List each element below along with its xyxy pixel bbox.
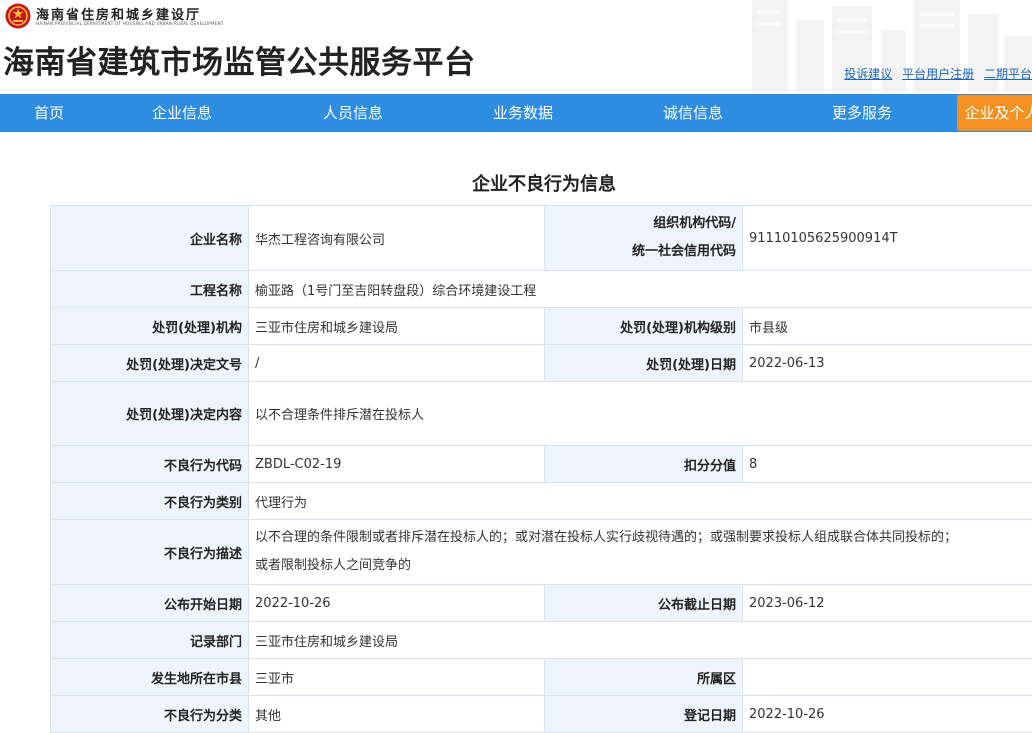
nav-home[interactable]: 首页: [14, 94, 84, 132]
behavior-code-label: 不良行为代码: [51, 446, 249, 483]
table-row: 发生地所在市县 三亚市 所属区: [51, 659, 1032, 696]
org-code-label-line2: 统一社会信用代码: [632, 244, 736, 259]
project-name-value: 榆亚路（1号门至吉阳转盘段）综合环境建设工程: [249, 271, 1032, 308]
penalty-date-value: 2022-06-13: [743, 345, 1032, 382]
register-date-label: 登记日期: [545, 696, 743, 733]
project-name-label: 工程名称: [51, 271, 249, 308]
org-code-label: 组织机构代码/ 统一社会信用代码: [545, 206, 743, 271]
penalty-org-level-value: 市县级: [743, 308, 1032, 345]
table-row: 不良行为类别 代理行为: [51, 483, 1032, 520]
table-row: 公布开始日期 2022-10-26 公布截止日期 2023-06-12: [51, 585, 1032, 622]
city-value: 三亚市: [249, 659, 545, 696]
nav-credit[interactable]: 诚信信息: [648, 94, 738, 132]
decision-no-label: 处罚(处理)决定文号: [51, 345, 249, 382]
nav-personnel[interactable]: 人员信息: [308, 94, 398, 132]
city-label: 发生地所在市县: [51, 659, 249, 696]
nav-more-services[interactable]: 更多服务: [817, 94, 907, 132]
behavior-desc-value: 以不合理的条件限制或者排斥潜在投标人的；或对潜在投标人实行歧视待遇的；或强制要求…: [249, 520, 1032, 585]
company-name-value: 华杰工程咨询有限公司: [249, 206, 545, 271]
org-code-value: 91110105625900914T: [743, 206, 1032, 271]
table-row: 不良行为分类 其他 登记日期 2022-10-26: [51, 696, 1032, 733]
penalty-org-level-label: 处罚(处理)机构级别: [545, 308, 743, 345]
district-value: [743, 659, 1032, 696]
decision-content-value: 以不合理条件排斥潜在投标人: [249, 382, 1032, 446]
bad-behavior-table: 企业名称 华杰工程咨询有限公司 组织机构代码/ 统一社会信用代码 9111010…: [50, 205, 1032, 733]
deduct-score-label: 扣分分值: [545, 446, 743, 483]
complaint-link[interactable]: 投诉建议: [844, 67, 892, 81]
top-links: 投诉建议 平台用户注册 二期平台: [838, 65, 1032, 82]
department-name-en: HAINAN PROVINCIAL DEPARTMENT OF HOUSING …: [36, 21, 224, 26]
table-row: 不良行为描述 以不合理的条件限制或者排斥潜在投标人的；或对潜在投标人实行歧视待遇…: [51, 520, 1032, 585]
district-label: 所属区: [545, 659, 743, 696]
behavior-desc-line2: 或者限制投标人之间竞争的: [255, 558, 411, 573]
phase-two-link[interactable]: 二期平台: [984, 67, 1032, 81]
register-date-value: 2022-10-26: [743, 696, 1032, 733]
behavior-desc-label: 不良行为描述: [51, 520, 249, 585]
nav-enterprise[interactable]: 企业信息: [137, 94, 227, 132]
main-nav: 首页 企业信息 人员信息 业务数据 诚信信息 更多服务: [0, 94, 1032, 132]
publish-end-label: 公布截止日期: [545, 585, 743, 622]
penalty-org-value: 三亚市住房和城乡建设局: [249, 308, 545, 345]
deduct-score-value: 8: [743, 446, 1032, 483]
behavior-code-value: ZBDL-C02-19: [249, 446, 545, 483]
company-name-label: 企业名称: [51, 206, 249, 271]
national-emblem-icon: [5, 3, 31, 29]
table-row: 企业名称 华杰工程咨询有限公司 组织机构代码/ 统一社会信用代码 9111010…: [51, 206, 1032, 271]
table-row: 工程名称 榆亚路（1号门至吉阳转盘段）综合环境建设工程: [51, 271, 1032, 308]
table-row: 记录部门 三亚市住房和城乡建设局: [51, 622, 1032, 659]
site-title: 海南省建筑市场监管公共服务平台: [3, 37, 476, 82]
behavior-category-label: 不良行为类别: [51, 483, 249, 520]
behavior-class-label: 不良行为分类: [51, 696, 249, 733]
register-link[interactable]: 平台用户注册: [902, 67, 974, 81]
page-title: 企业不良行为信息: [0, 170, 1032, 196]
behavior-class-value: 其他: [249, 696, 545, 733]
site-header: 海南省住房和城乡建设厅 HAINAN PROVINCIAL DEPARTMENT…: [0, 0, 1032, 92]
publish-start-label: 公布开始日期: [51, 585, 249, 622]
record-dept-label: 记录部门: [51, 622, 249, 659]
behavior-category-value: 代理行为: [249, 483, 1032, 520]
nav-enterprise-personal[interactable]: 企业及个人: [957, 95, 1032, 131]
behavior-desc-line1: 以不合理的条件限制或者排斥潜在投标人的；或对潜在投标人实行歧视待遇的；或强制要求…: [255, 530, 957, 545]
decision-content-label: 处罚(处理)决定内容: [51, 382, 249, 446]
table-row: 处罚(处理)决定文号 / 处罚(处理)日期 2022-06-13: [51, 345, 1032, 382]
publish-start-value: 2022-10-26: [249, 585, 545, 622]
nav-business-data[interactable]: 业务数据: [478, 94, 568, 132]
penalty-org-label: 处罚(处理)机构: [51, 308, 249, 345]
table-row: 处罚(处理)机构 三亚市住房和城乡建设局 处罚(处理)机构级别 市县级: [51, 308, 1032, 345]
publish-end-value: 2023-06-12: [743, 585, 1032, 622]
table-row: 不良行为代码 ZBDL-C02-19 扣分分值 8: [51, 446, 1032, 483]
record-dept-value: 三亚市住房和城乡建设局: [249, 622, 1032, 659]
org-code-label-line1: 组织机构代码/: [653, 216, 736, 231]
table-row: 处罚(处理)决定内容 以不合理条件排斥潜在投标人: [51, 382, 1032, 446]
penalty-date-label: 处罚(处理)日期: [545, 345, 743, 382]
decision-no-value: /: [249, 345, 545, 382]
